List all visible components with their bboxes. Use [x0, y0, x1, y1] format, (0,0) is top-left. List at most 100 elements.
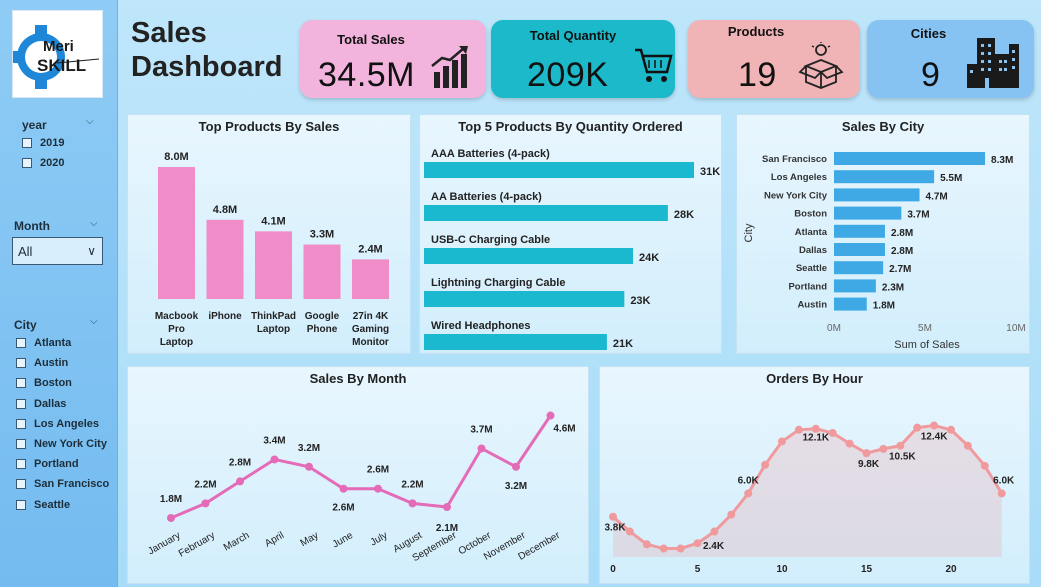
year-collapse-chevron-icon[interactable]: ⌵: [86, 116, 94, 127]
data-label: 8.0M: [164, 151, 188, 163]
city-option-portland[interactable]: Portland: [16, 458, 79, 470]
city-option-boston[interactable]: Boston: [16, 377, 72, 389]
kpi-value: 9: [921, 56, 941, 94]
checkbox[interactable]: [16, 358, 26, 369]
city-option-san-francisco[interactable]: San Francisco: [16, 478, 109, 490]
data-label: 12.4K: [921, 432, 948, 443]
city-option-los-angeles[interactable]: Los Angeles: [16, 418, 99, 430]
data-label: 3.8K: [604, 523, 626, 534]
data-point: [270, 455, 279, 464]
data-point: [896, 441, 905, 450]
orders-by-hour-panel: Orders By Hour 3.8K 2.4K 6.0K 12.1K 9.8K 10.5…: [599, 366, 1030, 584]
year-option-2019[interactable]: 2019: [22, 137, 64, 149]
year-filter-title: year: [22, 118, 47, 132]
checkbox[interactable]: [16, 479, 26, 490]
checkbox[interactable]: [16, 439, 26, 449]
city-option-new-york-city[interactable]: New York City: [16, 438, 107, 450]
bar: [303, 244, 341, 299]
bar: [834, 243, 885, 256]
data-label: 2.4M: [358, 243, 382, 255]
area-fill: [613, 425, 1002, 557]
bar: [834, 297, 867, 311]
sales-by-city-panel: Sales By City San Francisco 8.3M Los Angel…: [736, 114, 1030, 354]
city-buildings-icon: [967, 38, 1019, 88]
option-label: San Francisco: [34, 478, 110, 491]
x-tick-label: June: [331, 530, 356, 551]
x-tick-label: 10M: [1006, 323, 1025, 334]
checkbox[interactable]: [16, 459, 26, 470]
x-tick-label: January: [146, 530, 182, 557]
data-point: [167, 514, 175, 522]
option-label: 2020: [40, 157, 65, 169]
category-label: 27in 4K: [353, 311, 389, 322]
data-point: [201, 499, 210, 508]
x-tick-label: 5M: [918, 323, 932, 334]
gear-logo-icon: Meri SKILL: [13, 25, 100, 89]
city-option-austin[interactable]: Austin: [16, 357, 68, 369]
checkbox[interactable]: [16, 398, 26, 409]
meri-skill-logo: Meri SKILL: [12, 10, 103, 98]
x-axis-title: Sum of Sales: [894, 339, 960, 351]
chevron-down-icon: ∨: [87, 244, 96, 258]
data-point: [305, 462, 313, 471]
data-label: 4.1M: [261, 215, 285, 227]
category-label: Atlanta: [795, 227, 828, 238]
kpi-total-quantity: Total Quantity 209K: [491, 20, 675, 98]
data-point: [546, 411, 555, 420]
data-point: [374, 484, 382, 493]
bar: [206, 219, 244, 299]
bar: [255, 231, 292, 299]
data-point: [339, 484, 348, 493]
title-line2: Dashboard: [131, 51, 283, 83]
city-option-atlanta[interactable]: Atlanta: [16, 337, 71, 349]
checkbox[interactable]: [16, 418, 26, 429]
top-products-by-sales-panel: Top Products By Sales 8.0M Macbook Pro Lapt…: [127, 114, 411, 354]
bar: [834, 261, 884, 275]
category-label: Gaming: [352, 324, 389, 335]
month-collapse-chevron-icon[interactable]: ⌵: [90, 218, 98, 229]
sales-by-city-chart: San Francisco 8.3M Los Angeles 5.5M New York…: [743, 152, 1026, 351]
option-label: Portland: [34, 458, 79, 471]
city-option-seattle[interactable]: Seattle: [16, 499, 70, 511]
data-label: 8.3M: [991, 155, 1013, 166]
city-collapse-chevron-icon[interactable]: ⌵: [90, 316, 98, 327]
data-label: 3.4M: [263, 435, 285, 446]
data-label: 21K: [613, 338, 633, 350]
checkbox[interactable]: [16, 338, 26, 348]
city-option-dallas[interactable]: Dallas: [16, 398, 66, 410]
data-label: 12.1K: [802, 433, 829, 444]
kpi-label: Products: [727, 24, 785, 39]
data-label: 1.8M: [160, 494, 182, 505]
x-tick-label: 0: [610, 564, 616, 575]
month-dropdown[interactable]: All ∨: [12, 237, 103, 265]
option-label: Los Angeles: [34, 417, 99, 430]
checkbox[interactable]: [16, 378, 26, 389]
data-label: 24K: [639, 252, 659, 264]
data-point: [947, 425, 955, 434]
data-label: 3.2M: [298, 443, 320, 454]
x-tick-label: 0M: [827, 323, 841, 334]
idea-box-icon: [798, 42, 844, 89]
option-label: Dallas: [34, 397, 67, 410]
option-label: Boston: [34, 377, 72, 390]
year-option-2020[interactable]: 2020: [22, 157, 64, 169]
option-label: 2019: [40, 137, 65, 149]
data-label: 9.8K: [858, 459, 880, 470]
data-label: 3.3M: [310, 229, 334, 241]
title-line1: Sales: [131, 17, 207, 49]
data-label: 2.6M: [332, 503, 354, 514]
bar: [834, 188, 920, 202]
data-label: 6.0K: [993, 475, 1015, 486]
bar: [158, 167, 195, 299]
checkbox[interactable]: [16, 499, 26, 510]
checkbox[interactable]: [22, 138, 32, 148]
data-label: 10.5K: [889, 452, 916, 463]
kpi-value: 34.5M: [318, 56, 415, 94]
data-label: 1.8M: [873, 301, 895, 312]
category-label: Dallas: [799, 245, 827, 256]
checkbox[interactable]: [22, 158, 32, 168]
category-label: iPhone: [208, 311, 242, 322]
data-point: [828, 428, 837, 437]
shopping-cart-icon: [635, 48, 673, 82]
data-label: 5.5M: [940, 173, 962, 184]
